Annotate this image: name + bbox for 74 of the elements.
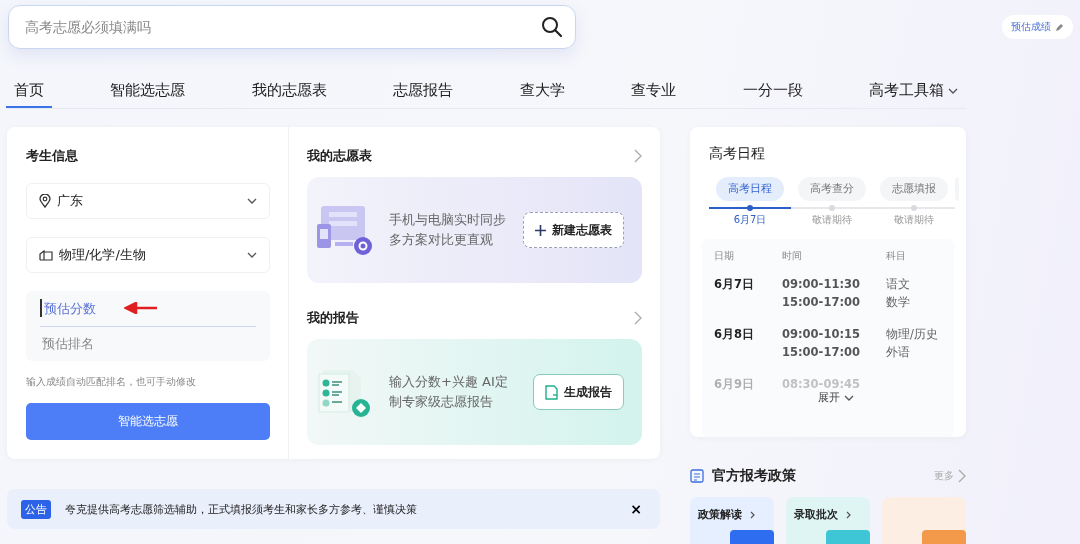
- nav-tab[interactable]: 志愿报告: [385, 79, 462, 108]
- card-title: 高考日程: [708, 145, 766, 163]
- promo-text: 手机与电脑实时同步: [389, 211, 507, 229]
- chevron-down-icon: [844, 394, 854, 401]
- section-title: 我的报告: [307, 309, 359, 327]
- search-field[interactable]: 高考志愿必须填满吗: [23, 18, 541, 36]
- chevron-down-icon: [247, 198, 257, 204]
- nav-tab[interactable]: 智能选志愿: [102, 79, 194, 108]
- stage-date: 敬请期待: [894, 213, 934, 227]
- new-list-button[interactable]: 新建志愿表: [523, 212, 624, 248]
- search-icon: [541, 16, 563, 38]
- table-cell-text: 物理/历史: [886, 326, 938, 343]
- stage-date: 6月7日: [733, 213, 767, 227]
- nav-tab[interactable]: 高考工具箱: [860, 79, 966, 108]
- table-cell-text: 15:00-17:00: [782, 344, 861, 361]
- section-title: 考生信息: [26, 147, 79, 165]
- table-cell-text: 6月8日: [714, 326, 755, 343]
- rank-input-field[interactable]: 预估排名: [40, 334, 152, 353]
- nav-tab[interactable]: 我的志愿表: [243, 79, 335, 108]
- policy-card-title: 录取批次: [794, 507, 838, 522]
- promo-text: 输入分数+兴趣 AI定: [389, 373, 509, 391]
- nav-tab[interactable]: 一分一段: [734, 79, 811, 108]
- column-header: 日期: [714, 249, 735, 263]
- table-cell-text: 09:00-10:15: [782, 326, 861, 343]
- chevron-down-icon: [247, 252, 257, 258]
- stage-tab[interactable]: 高考查分: [798, 177, 866, 201]
- policy-card[interactable]: 录取批次: [786, 497, 870, 544]
- section-title: 官方报考政策: [712, 467, 797, 485]
- chevron-right-icon: [634, 311, 642, 325]
- search-bar[interactable]: 高考志愿必须填满吗: [8, 5, 576, 49]
- document-list-icon: [690, 469, 704, 483]
- location-pin-icon: [39, 194, 51, 208]
- table-cell-text: 外语: [886, 344, 911, 361]
- notice-text: 夸克提供高考志愿筛选辅助，正式填报须考生和家长多方参考、谨慎决策: [65, 501, 418, 517]
- policy-card[interactable]: [882, 497, 966, 544]
- notice-label: 公告: [21, 499, 51, 519]
- section-title: 我的志愿表: [307, 147, 372, 165]
- table-cell-text: 15:00-17:00: [782, 294, 861, 311]
- pencil-icon: [1055, 22, 1064, 32]
- chevron-right-icon: [958, 469, 966, 483]
- stage-tab[interactable]: 志愿填报: [880, 177, 948, 201]
- subject-dropdown[interactable]: 物理/化学/生物: [26, 237, 270, 273]
- generate-report-button[interactable]: 生成报告: [533, 374, 624, 410]
- table-cell-text: 数学: [886, 294, 910, 311]
- hint-text: 输入成绩自动匹配排名，也可手动修改: [26, 375, 197, 389]
- annotation-arrow: [124, 302, 158, 314]
- table-cell-text: 6月7日: [714, 276, 755, 293]
- column-header: 时间: [782, 249, 803, 263]
- column-header: 科目: [886, 249, 906, 263]
- building-icon: [39, 249, 53, 261]
- policy-card-title: 政策解读: [698, 507, 742, 522]
- plus-icon: [535, 224, 546, 236]
- stage-date: 敬请期待: [812, 213, 852, 227]
- province-dropdown[interactable]: 广东: [26, 183, 270, 219]
- chevron-right-icon: [750, 510, 755, 519]
- expand-button[interactable]: 展开: [812, 389, 860, 406]
- table-cell-text: 09:00-11:30: [782, 276, 861, 293]
- promo-text: 多方案对比更直观: [389, 231, 494, 249]
- policy-card[interactable]: 政策解读: [690, 497, 774, 544]
- table-cell-text: 6月9日: [714, 376, 755, 393]
- document-icon: [545, 384, 558, 400]
- table-cell-text: 语文: [886, 276, 910, 293]
- promo-text: 制专家级志愿报告: [389, 393, 494, 411]
- chevron-right-icon: [634, 149, 642, 163]
- score-input-field[interactable]: 预估分数: [40, 299, 108, 318]
- nav-tab[interactable]: 首页: [6, 79, 52, 108]
- score-button[interactable]: 预估成绩: [1002, 15, 1073, 39]
- table-cell-text: 08:30-09:45: [782, 376, 861, 392]
- close-button[interactable]: ×: [626, 501, 646, 517]
- chevron-right-icon: [846, 510, 851, 519]
- smart-select-button[interactable]: 智能选志愿: [26, 403, 270, 440]
- nav-tab[interactable]: 查专业: [623, 79, 685, 108]
- stage-tab[interactable]: 高考日程: [716, 177, 784, 201]
- nav-tab[interactable]: 查大学: [511, 79, 573, 108]
